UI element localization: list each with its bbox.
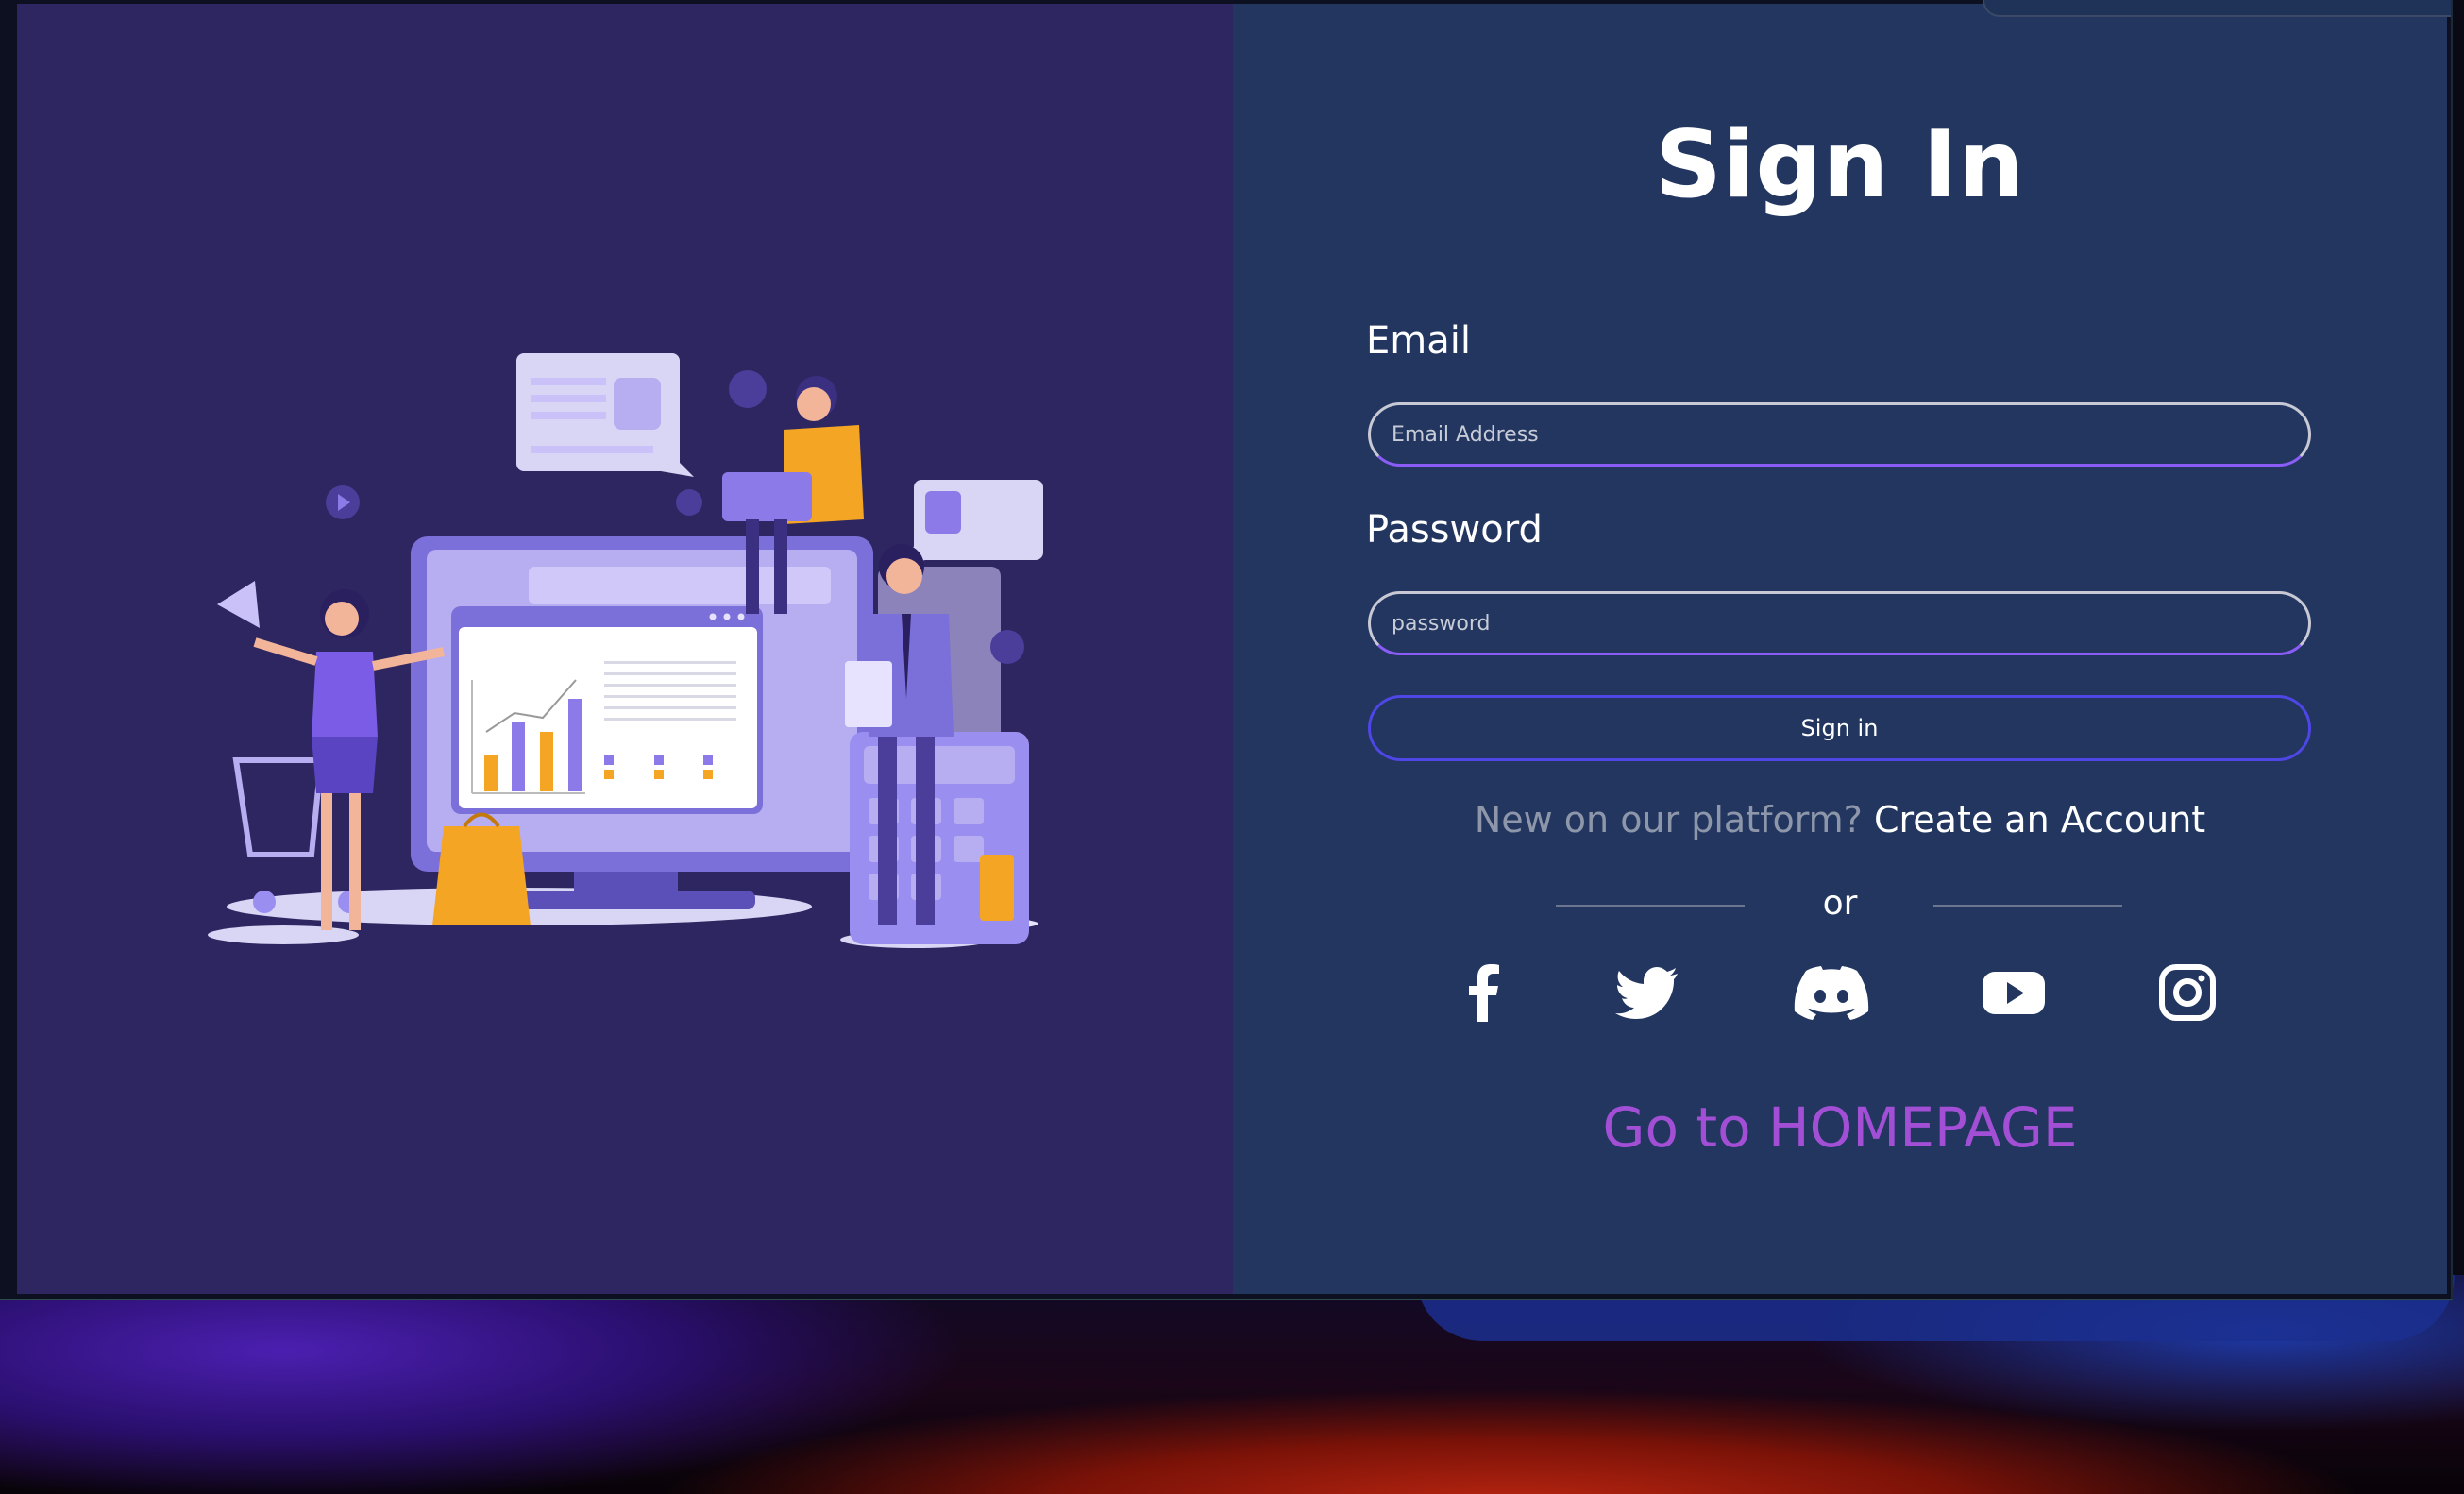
facebook-icon[interactable]: [1450, 959, 1516, 1026]
signup-prompt: New on our platform?: [1474, 799, 1863, 840]
youtube-icon[interactable]: [1981, 959, 2047, 1026]
desktop-wallpaper: [0, 1275, 2464, 1494]
app-window: Sign In Email Password Sign in New on ou…: [0, 0, 2453, 1300]
signin-button[interactable]: Sign in: [1368, 695, 2311, 761]
window-corner-tab: [1983, 0, 2451, 17]
divider-line-right: [1933, 905, 2122, 907]
discord-icon[interactable]: [1794, 959, 1869, 1026]
marketing-illustration: [208, 353, 1043, 948]
or-text: or: [1822, 884, 1858, 923]
homepage-link[interactable]: Go to HOMEPAGE: [1233, 1095, 2447, 1160]
page-title: Sign In: [1655, 111, 2025, 219]
create-account-link[interactable]: Create an Account: [1874, 799, 2205, 840]
email-field[interactable]: [1368, 402, 2311, 467]
signup-row: New on our platform? Create an Account: [1233, 799, 2447, 840]
or-divider: or: [1233, 884, 2447, 931]
password-field[interactable]: [1368, 591, 2311, 655]
instagram-icon[interactable]: [2154, 959, 2220, 1026]
email-label: Email: [1366, 319, 1471, 363]
twitter-icon[interactable]: [1614, 959, 1680, 1026]
password-label: Password: [1366, 508, 1543, 552]
